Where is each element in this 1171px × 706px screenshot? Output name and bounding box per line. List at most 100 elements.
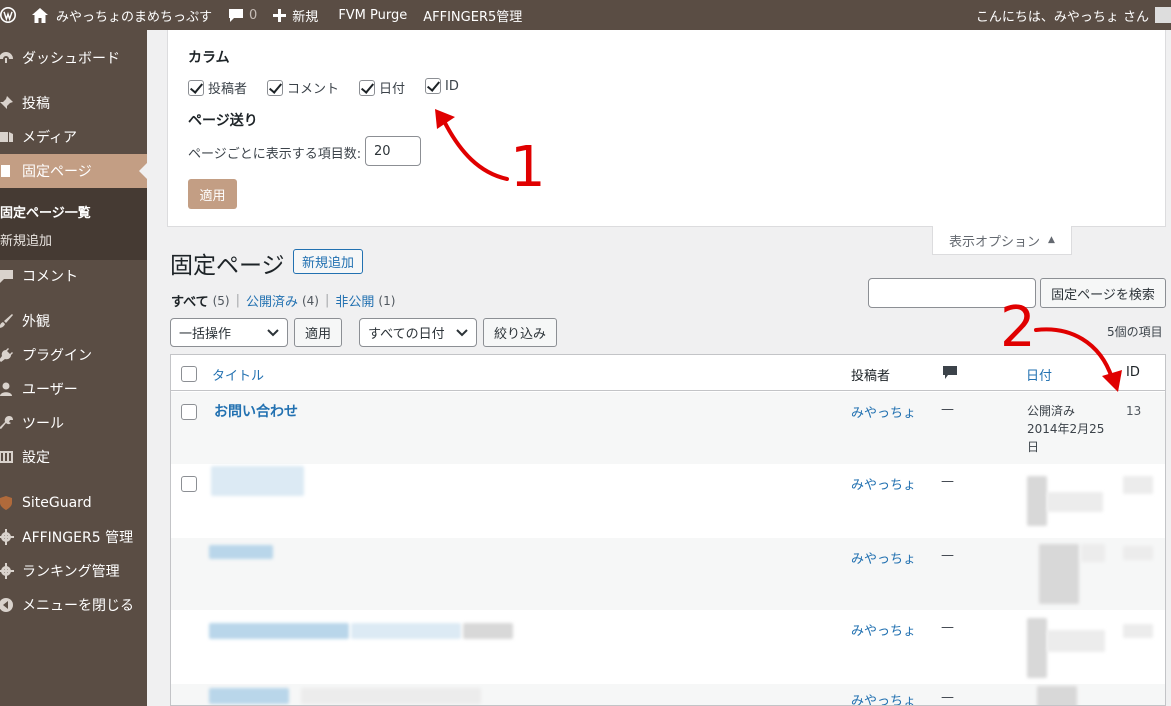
row-comments: —: [941, 474, 954, 489]
sidebar-item-settings[interactable]: 設定: [0, 440, 147, 474]
row-author-link[interactable]: みやっちょ: [851, 402, 916, 421]
column-label: ID: [445, 78, 459, 94]
plugin-icon: [0, 347, 14, 363]
comments-link[interactable]: 0: [220, 0, 265, 30]
submenu-add-new[interactable]: 新規追加: [0, 230, 52, 249]
my-account-link[interactable]: こんにちは、みやっちょ さん: [968, 0, 1171, 30]
date-filter-select[interactable]: すべての日付: [359, 318, 477, 347]
pagination-heading: ページ送り: [188, 113, 258, 129]
filter-all[interactable]: すべて: [171, 291, 209, 310]
sidebar-item-label: 固定ページ: [22, 164, 92, 180]
sidebar-item-users[interactable]: ユーザー: [0, 372, 147, 406]
search-pages-button[interactable]: 固定ページを検索: [1040, 278, 1166, 308]
sidebar-item-label: メディア: [22, 130, 78, 146]
filter-all-count: (5): [212, 293, 230, 308]
sidebar-item-label: 外観: [22, 314, 50, 330]
siteguard-icon: [0, 495, 14, 511]
row-checkbox[interactable]: [181, 404, 197, 420]
column-toggle-comments[interactable]: コメント: [267, 78, 339, 97]
dashboard-icon: [0, 50, 14, 66]
table-row: みやっちょ —: [171, 464, 1165, 538]
row-comments: —: [941, 690, 954, 705]
bulk-action-select[interactable]: 一括操作: [170, 318, 288, 347]
brush-icon: [0, 313, 14, 329]
sidebar-item-siteguard[interactable]: SiteGuard: [0, 486, 147, 520]
blurred-date: [1027, 618, 1047, 678]
sidebar-item-ranking[interactable]: ランキング管理: [0, 554, 147, 588]
wrench-icon: [0, 415, 14, 431]
row-author-link[interactable]: みやっちょ: [851, 548, 916, 567]
per-page-input[interactable]: [365, 136, 421, 166]
sidebar-item-media[interactable]: メディア: [0, 120, 147, 154]
sidebar-item-label: ユーザー: [22, 382, 78, 398]
column-header-title[interactable]: タイトル: [212, 365, 264, 384]
row-date: 公開済み 2014年2月25日: [1027, 404, 1105, 454]
pin-icon: [0, 95, 14, 111]
comment-icon: [0, 268, 14, 284]
media-icon: [0, 129, 14, 145]
submenu-all-pages[interactable]: 固定ページ一覧: [0, 202, 91, 221]
sidebar-item-label: AFFINGER5 管理: [22, 530, 134, 546]
row-title-link[interactable]: お問い合わせ: [214, 401, 298, 421]
fvm-purge-link[interactable]: FVM Purge: [326, 0, 415, 30]
separator: |: [235, 293, 240, 308]
affinger-label: AFFINGER5管理: [423, 9, 523, 25]
sidebar-collapse-button[interactable]: メニューを閉じる: [0, 588, 147, 622]
admin-sidebar: ダッシュボード 投稿 メディア 固定ページ 固定ページ一覧 新規追加 コメント …: [0, 30, 147, 706]
sidebar-item-label: ダッシュボード: [22, 51, 120, 67]
filter-button[interactable]: 絞り込み: [483, 318, 557, 347]
select-all-checkbox[interactable]: [181, 366, 197, 382]
sidebar-item-plugins[interactable]: プラグイン: [0, 338, 147, 372]
bulk-apply-button[interactable]: 適用: [294, 318, 342, 347]
comments-count: 0: [249, 7, 258, 23]
add-new-button[interactable]: 新規追加: [293, 249, 363, 274]
filter-published-count: (4): [301, 293, 319, 308]
sidebar-item-dashboard[interactable]: ダッシュボード: [0, 41, 147, 75]
columns-heading: カラム: [188, 50, 230, 66]
sidebar-item-comments[interactable]: コメント: [0, 259, 147, 293]
checkbox[interactable]: [425, 78, 441, 94]
checkbox[interactable]: [359, 79, 375, 96]
user-icon: [0, 381, 14, 397]
affinger-link[interactable]: AFFINGER5管理: [415, 0, 530, 30]
sidebar-item-appearance[interactable]: 外観: [0, 304, 147, 338]
sidebar-item-label: 投稿: [22, 96, 50, 112]
blurred-id: [1123, 546, 1153, 560]
row-author-link[interactable]: みやっちょ: [851, 474, 916, 493]
blurred-title: [301, 688, 481, 704]
filter-private[interactable]: 非公開: [335, 291, 374, 310]
table-row: みやっちょ —: [171, 610, 1165, 684]
column-toggle-date[interactable]: 日付: [359, 78, 405, 97]
new-content-link[interactable]: 新規: [265, 0, 326, 30]
pages-submenu: 固定ページ一覧 新規追加: [0, 188, 147, 260]
row-author-link[interactable]: みやっちょ: [851, 690, 916, 705]
triangle-up-icon: ▲: [1048, 235, 1055, 245]
table-header: タイトル 投稿者 日付 ID: [171, 355, 1165, 391]
sidebar-item-pages[interactable]: 固定ページ: [0, 154, 147, 188]
row-checkbox[interactable]: [181, 476, 197, 492]
wp-logo-button[interactable]: [0, 0, 22, 30]
column-toggle-author[interactable]: 投稿者: [188, 78, 247, 97]
comment-icon: [229, 8, 244, 22]
status-filters: すべて (5) | 公開済み (4) | 非公開 (1): [171, 291, 395, 310]
sidebar-item-label: メニューを閉じる: [22, 598, 134, 614]
blurred-title: [351, 623, 461, 639]
sidebar-item-posts[interactable]: 投稿: [0, 86, 147, 120]
blurred-date: [1037, 686, 1077, 705]
filter-published[interactable]: 公開済み: [246, 291, 298, 310]
sidebar-item-label: コメント: [22, 269, 78, 285]
sidebar-item-affinger[interactable]: AFFINGER5 管理: [0, 520, 147, 554]
gear-icon: [0, 563, 14, 579]
blurred-date: [1047, 630, 1105, 652]
column-header-comments: [943, 366, 957, 384]
checkbox[interactable]: [267, 79, 283, 96]
site-name-link[interactable]: みやっちょのまめちっぷす: [22, 0, 220, 30]
column-toggle-id[interactable]: ID: [425, 78, 459, 94]
sidebar-item-tools[interactable]: ツール: [0, 406, 147, 440]
screen-options-toggle[interactable]: 表示オプション ▲: [932, 226, 1072, 255]
row-id: 13: [1126, 404, 1142, 418]
screen-options-tab-label: 表示オプション: [949, 234, 1041, 250]
screen-options-apply-button[interactable]: 適用: [188, 179, 237, 209]
checkbox[interactable]: [188, 79, 204, 96]
row-author-link[interactable]: みやっちょ: [851, 620, 916, 639]
